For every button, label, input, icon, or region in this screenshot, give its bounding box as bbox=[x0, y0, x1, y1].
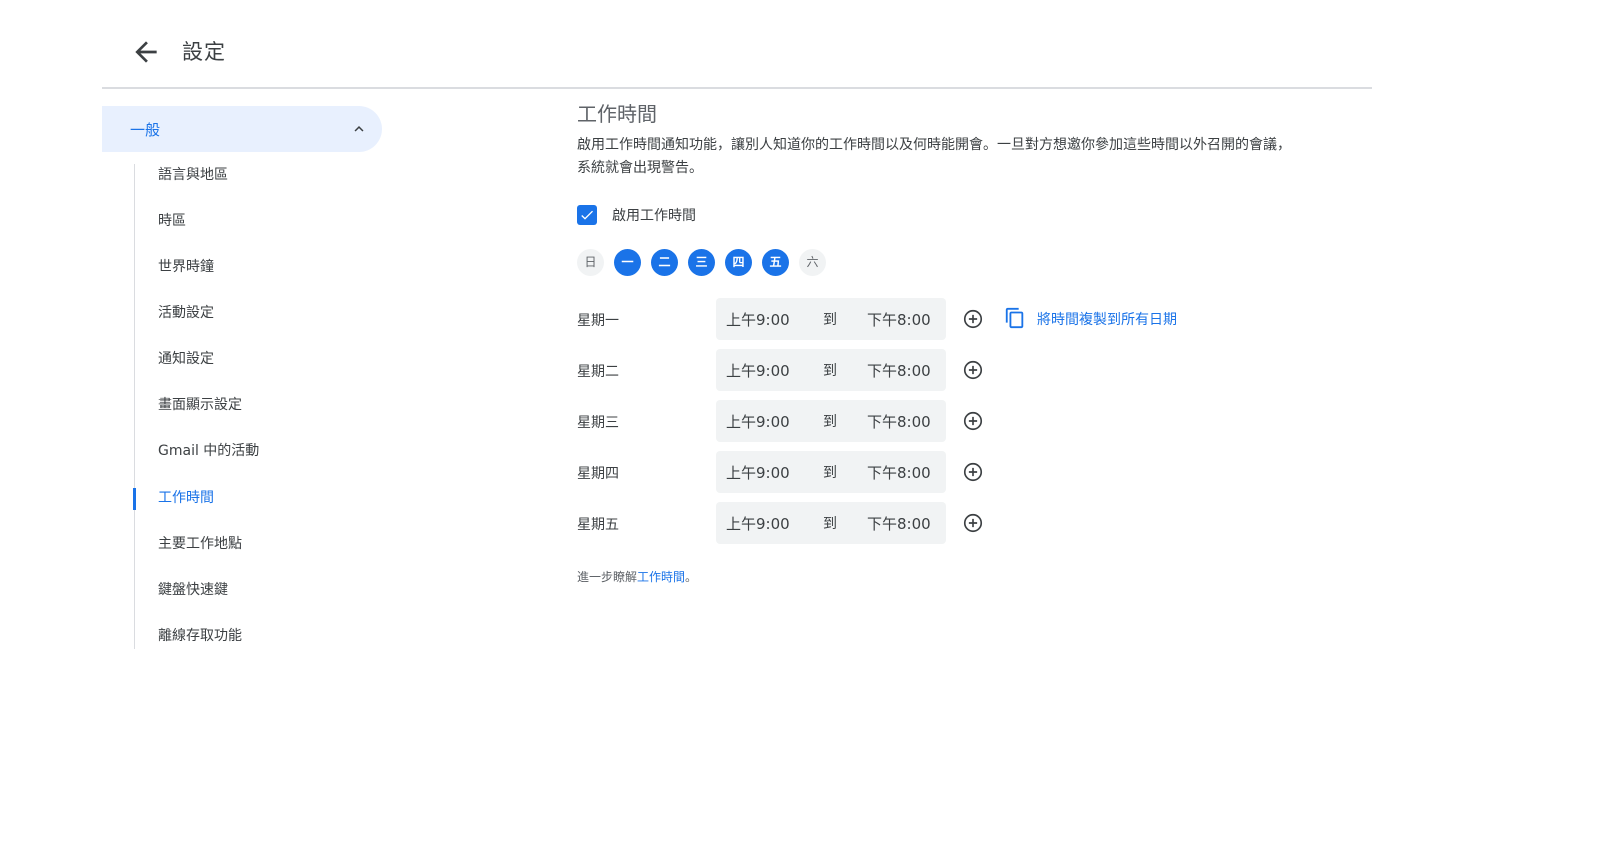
add-time-icon[interactable] bbox=[962, 410, 984, 432]
schedule-row-tue: 星期二 上午9:00 到 下午8:00 bbox=[577, 349, 1257, 391]
end-time-select[interactable]: 下午8:00 bbox=[867, 360, 931, 381]
start-time-select[interactable]: 上午9:00 bbox=[726, 309, 790, 330]
sidebar-item-work-location[interactable]: 主要工作地點 bbox=[158, 533, 242, 555]
add-time-icon[interactable] bbox=[962, 308, 984, 330]
settings-header: 設定 bbox=[102, 28, 1372, 88]
learn-more-text: 進一步瞭解工作時間。 bbox=[577, 568, 697, 585]
start-time-select[interactable]: 上午9:00 bbox=[726, 462, 790, 483]
day-toggle-mon[interactable]: 一 bbox=[614, 249, 641, 276]
schedule-row-thu: 星期四 上午9:00 到 下午8:00 bbox=[577, 451, 1257, 493]
end-time-select[interactable]: 下午8:00 bbox=[867, 309, 931, 330]
schedule-day-label: 星期三 bbox=[577, 415, 619, 431]
time-range: 上午9:00 到 下午8:00 bbox=[716, 400, 946, 442]
schedule-day-label: 星期四 bbox=[577, 466, 619, 482]
sidebar-item-notification-settings[interactable]: 通知設定 bbox=[158, 348, 214, 370]
learn-more-suffix: 。 bbox=[685, 570, 698, 584]
chevron-up-icon bbox=[350, 120, 368, 138]
end-time-select[interactable]: 下午8:00 bbox=[867, 411, 931, 432]
time-range: 上午9:00 到 下午8:00 bbox=[716, 349, 946, 391]
sidebar-section-label: 一般 bbox=[130, 121, 161, 139]
time-separator: 到 bbox=[823, 312, 837, 328]
page-title: 設定 bbox=[182, 40, 226, 64]
day-selector: 日 一 二 三 四 五 六 bbox=[577, 249, 837, 277]
time-separator: 到 bbox=[823, 414, 837, 430]
time-range: 上午9:00 到 下午8:00 bbox=[716, 502, 946, 544]
add-time-icon[interactable] bbox=[962, 512, 984, 534]
day-toggle-thu[interactable]: 四 bbox=[725, 249, 752, 276]
enable-working-hours-checkbox[interactable] bbox=[577, 205, 597, 225]
time-separator: 到 bbox=[823, 465, 837, 481]
learn-more-link[interactable]: 工作時間 bbox=[637, 570, 685, 584]
time-separator: 到 bbox=[823, 363, 837, 379]
copy-icon bbox=[1004, 307, 1026, 329]
sidebar-item-world-clock[interactable]: 世界時鐘 bbox=[158, 256, 214, 278]
sidebar-tree-line bbox=[134, 164, 135, 649]
back-arrow-icon[interactable] bbox=[130, 36, 162, 68]
schedule-day-label: 星期一 bbox=[577, 313, 619, 329]
sidebar-item-working-hours[interactable]: 工作時間 bbox=[158, 487, 214, 509]
schedule-day-label: 星期二 bbox=[577, 364, 619, 380]
day-toggle-sat[interactable]: 六 bbox=[799, 249, 826, 276]
day-toggle-fri[interactable]: 五 bbox=[762, 249, 789, 276]
sidebar-item-events-from-gmail[interactable]: Gmail 中的活動 bbox=[158, 440, 259, 462]
time-range: 上午9:00 到 下午8:00 bbox=[716, 451, 946, 493]
sidebar-item-view-options[interactable]: 畫面顯示設定 bbox=[158, 394, 242, 416]
schedule-row-mon: 星期一 上午9:00 到 下午8:00 將時間複製到所有日期 bbox=[577, 298, 1257, 340]
section-title: 工作時間 bbox=[577, 102, 657, 126]
start-time-select[interactable]: 上午9:00 bbox=[726, 411, 790, 432]
time-separator: 到 bbox=[823, 516, 837, 532]
sidebar-item-time-zone[interactable]: 時區 bbox=[158, 210, 186, 232]
sidebar-item-offline[interactable]: 離線存取功能 bbox=[158, 625, 242, 647]
sidebar-section-general[interactable]: 一般 bbox=[102, 106, 382, 152]
add-time-icon[interactable] bbox=[962, 359, 984, 381]
copy-to-all-days-label: 將時間複製到所有日期 bbox=[1037, 312, 1177, 328]
learn-more-prefix: 進一步瞭解 bbox=[577, 570, 638, 584]
end-time-select[interactable]: 下午8:00 bbox=[867, 513, 931, 534]
active-indicator bbox=[133, 488, 136, 510]
sidebar-item-keyboard-shortcuts[interactable]: 鍵盤快速鍵 bbox=[158, 579, 228, 601]
sidebar-item-language-region[interactable]: 語言與地區 bbox=[158, 164, 228, 186]
add-time-icon[interactable] bbox=[962, 461, 984, 483]
sidebar-item-event-settings[interactable]: 活動設定 bbox=[158, 302, 214, 324]
day-toggle-wed[interactable]: 三 bbox=[688, 249, 715, 276]
end-time-select[interactable]: 下午8:00 bbox=[867, 462, 931, 483]
day-toggle-sun[interactable]: 日 bbox=[577, 249, 604, 276]
start-time-select[interactable]: 上午9:00 bbox=[726, 513, 790, 534]
time-range: 上午9:00 到 下午8:00 bbox=[716, 298, 946, 340]
schedule-row-wed: 星期三 上午9:00 到 下午8:00 bbox=[577, 400, 1257, 442]
start-time-select[interactable]: 上午9:00 bbox=[726, 360, 790, 381]
section-description: 啟用工作時間通知功能，讓別人知道你的工作時間以及何時能開會。一旦對方想邀你參加這… bbox=[577, 137, 1291, 176]
header-divider bbox=[102, 87, 1372, 89]
schedule-row-fri: 星期五 上午9:00 到 下午8:00 bbox=[577, 502, 1257, 544]
schedule-day-label: 星期五 bbox=[577, 517, 619, 533]
day-toggle-tue[interactable]: 二 bbox=[651, 249, 678, 276]
checkmark-icon bbox=[581, 210, 593, 220]
enable-working-hours-label: 啟用工作時間 bbox=[612, 208, 696, 224]
